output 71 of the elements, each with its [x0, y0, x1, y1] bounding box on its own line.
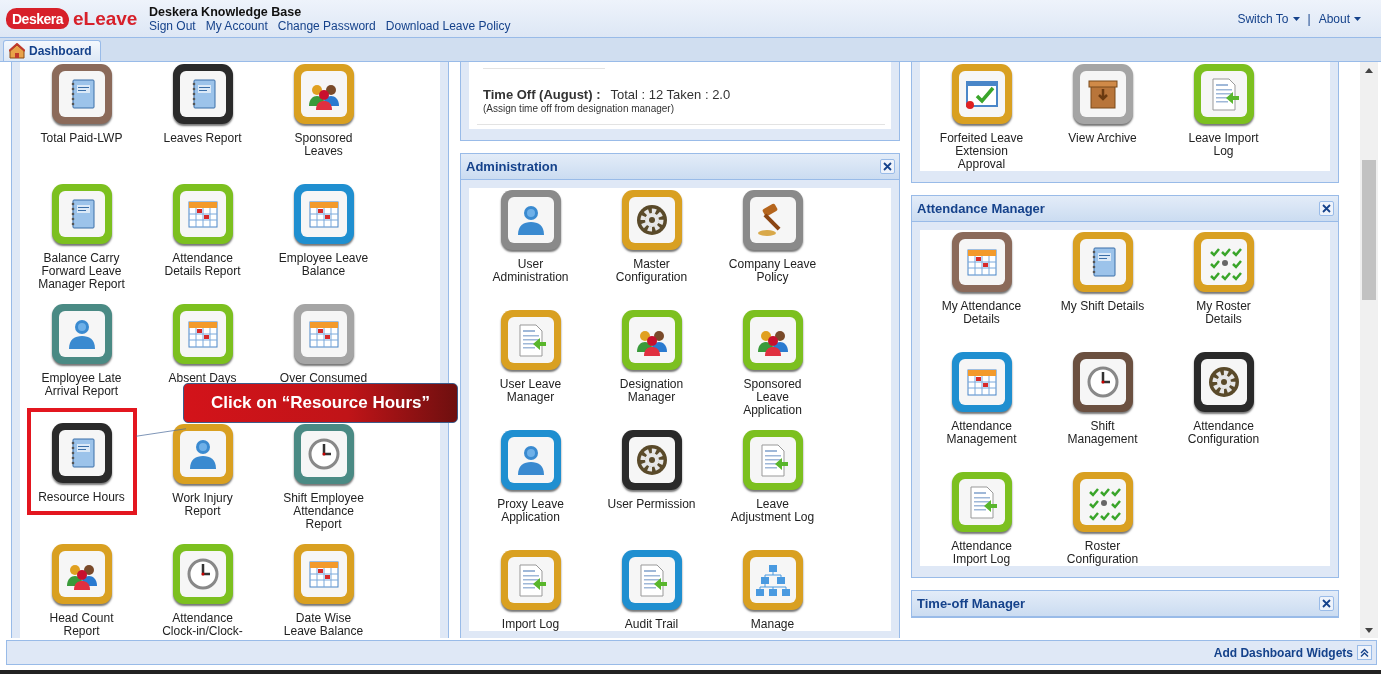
shortcut-button[interactable]: Leaves Report	[155, 64, 250, 145]
shortcut-button[interactable]: Leave Adjustment Log	[725, 430, 820, 524]
expand-button[interactable]	[1357, 645, 1372, 660]
shortcut-button[interactable]: User Permission	[604, 430, 699, 511]
site-title: Deskera Knowledge Base	[149, 4, 303, 19]
shortcut-button[interactable]: Shift Employee Attendance Report	[276, 424, 371, 531]
scrollbar[interactable]	[1360, 62, 1378, 638]
shortcut-button[interactable]: View Archive	[1055, 64, 1150, 145]
add-widgets-label[interactable]: Add Dashboard Widgets	[1213, 645, 1353, 660]
close-button[interactable]	[880, 159, 895, 174]
shortcut-button[interactable]: Total Paid-LWP	[34, 64, 129, 145]
shortcut-button[interactable]: Attendance Configuration	[1176, 352, 1271, 446]
shortcut-button[interactable]: Attendance Clock-in/Clock-	[155, 544, 250, 638]
shortcut-button[interactable]: Audit Trail	[604, 550, 699, 631]
info-note: (Assign time off from designation manager)	[483, 103, 675, 114]
shortcut-button[interactable]: User Administration	[483, 190, 578, 284]
shortcut-button[interactable]: Company Leave Policy	[725, 190, 820, 284]
shortcut-button[interactable]: Designation Manager	[604, 310, 699, 404]
shortcut-button[interactable]: Leave Import Log	[1176, 64, 1271, 158]
shortcut-button[interactable]: Absent Days	[155, 304, 250, 385]
header-link[interactable]: Download Leave Policy	[385, 18, 511, 33]
shortcut-button[interactable]: Employee Late Arrival Report	[34, 304, 129, 398]
caret-up-icon	[1365, 67, 1373, 73]
shortcut-button[interactable]: Work Injury Report	[155, 424, 250, 518]
shortcut-button[interactable]: Attendance Import Log	[934, 472, 1029, 566]
close-icon	[1321, 203, 1332, 214]
separator: |	[1307, 11, 1311, 26]
shortcut-button[interactable]: Resource Hours	[29, 411, 134, 512]
shortcut-button[interactable]: Attendance Management	[934, 352, 1029, 446]
product-name: eLeave	[73, 7, 138, 30]
shortcut-button[interactable]: Attendance Details Report	[155, 184, 250, 278]
info-value: Total : 12 Taken : 2.0	[610, 87, 731, 102]
close-icon	[882, 161, 893, 172]
panel-title: Administration	[466, 159, 558, 174]
caret-icon	[1292, 16, 1300, 21]
shortcut-button[interactable]: Balance Carry Forward Leave Manager Report	[34, 184, 129, 291]
house-icon	[9, 43, 25, 59]
panel-title: Time-off Manager	[917, 596, 1026, 611]
logo: Deskera	[6, 8, 69, 29]
shortcut-button[interactable]: Proxy Leave Application	[483, 430, 578, 524]
shortcut-button[interactable]: Sponsored Leaves	[276, 64, 371, 158]
shortcut-button[interactable]: Master Configuration	[604, 190, 699, 284]
shortcut-button[interactable]: Sponsored Leave Application	[725, 310, 820, 417]
shortcut-button[interactable]: My Roster Details	[1176, 232, 1271, 326]
shortcut-button[interactable]: My Shift Details	[1055, 232, 1150, 313]
shortcut-button[interactable]: My Attendance Details	[934, 232, 1029, 326]
shortcut-button[interactable]: Head Count Report	[34, 544, 129, 638]
shortcut-button[interactable]: Date Wise Leave Balance	[276, 544, 371, 638]
header-link[interactable]: Change Password	[277, 18, 376, 33]
info-heading: Time Off (August) :	[483, 87, 601, 102]
callout: Click on “Resource Hours”	[183, 383, 458, 423]
panel-title: Attendance Manager	[917, 201, 1045, 216]
header-link[interactable]: My Account	[205, 18, 268, 33]
shortcut-button[interactable]: User Leave Manager	[483, 310, 578, 404]
shortcut-button[interactable]: Forfeited Leave Extension Approval	[934, 64, 1029, 171]
menu-button[interactable]: Switch To	[1237, 11, 1300, 26]
shortcut-button[interactable]: Import Log	[483, 550, 578, 631]
shortcut-button[interactable]: Roster Configuration	[1055, 472, 1150, 566]
close-icon	[1321, 598, 1332, 609]
caret-icon	[1354, 16, 1361, 21]
close-button[interactable]	[1319, 596, 1334, 611]
header-link[interactable]: Sign Out	[149, 18, 196, 33]
scrollbar-thumb[interactable]	[1362, 160, 1376, 300]
shortcut-button[interactable]: Manage	[725, 550, 820, 631]
tab[interactable]: Dashboard	[3, 40, 101, 61]
menu-button[interactable]: About	[1318, 11, 1361, 26]
caret-down-icon	[1365, 627, 1373, 633]
shortcut-button[interactable]: Employee Leave Balance	[276, 184, 371, 278]
shortcut-button[interactable]: Shift Management	[1055, 352, 1150, 446]
shortcut-button[interactable]: Over Consumed	[276, 304, 371, 385]
close-button[interactable]	[1319, 201, 1334, 216]
